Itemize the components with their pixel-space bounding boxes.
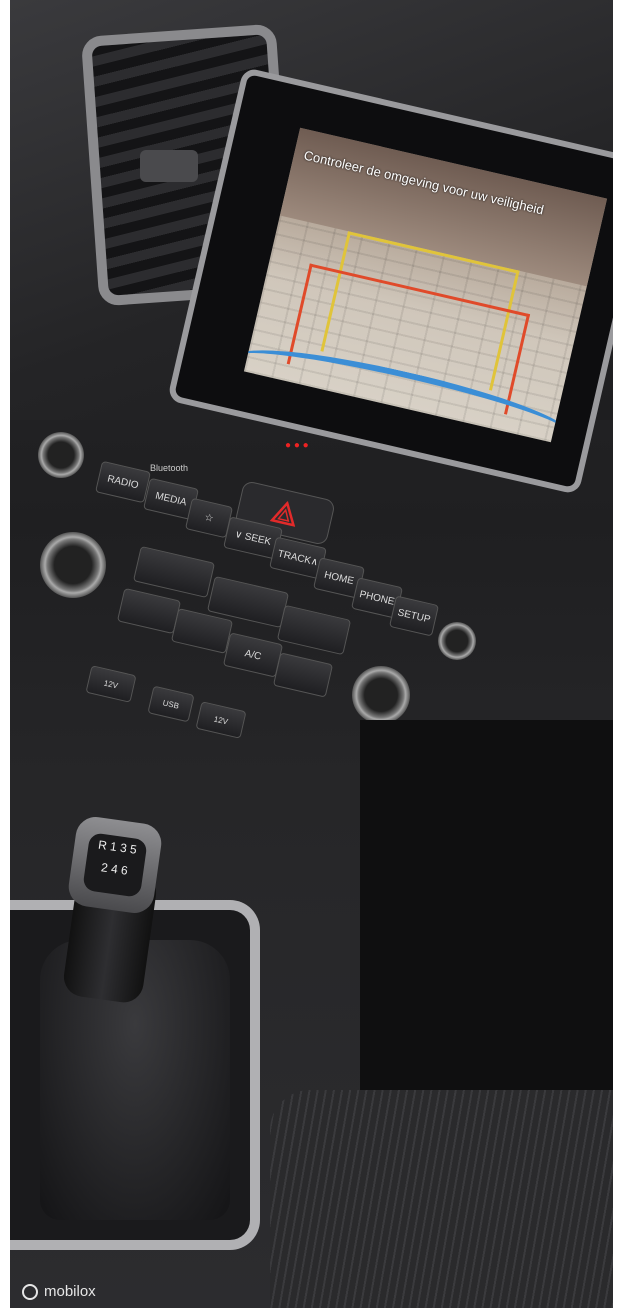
image-border-right xyxy=(613,0,619,1308)
airflow-floor-button[interactable] xyxy=(276,604,352,656)
vent-adjuster xyxy=(140,150,198,182)
power-volume-knob[interactable] xyxy=(38,432,84,478)
watermark-logo-icon xyxy=(22,1283,38,1300)
dashboard-photo: Controleer de omgeving voor uw veilighei… xyxy=(0,0,619,1308)
port-12v-left: 12V xyxy=(85,665,137,703)
image-border-left xyxy=(0,0,10,1308)
watermark: mobilox xyxy=(22,1283,96,1300)
temperature-knob[interactable] xyxy=(40,532,106,598)
usb-port[interactable]: USB xyxy=(147,685,195,723)
airflow-face-button[interactable] xyxy=(132,545,216,599)
tune-knob[interactable] xyxy=(438,622,476,660)
bluetooth-label: Bluetooth xyxy=(150,463,189,473)
setup-button[interactable]: SETUP xyxy=(388,595,440,637)
gear-pattern-badge: R 1 3 5 2 4 6 xyxy=(82,832,148,898)
fan-speed-knob[interactable] xyxy=(352,666,410,724)
watermark-text: mobilox xyxy=(44,1283,96,1300)
port-12v-right: 12V xyxy=(195,701,247,739)
gear-knob[interactable]: R 1 3 5 2 4 6 xyxy=(66,814,164,916)
hazard-triangle-icon xyxy=(269,500,296,527)
radio-button[interactable]: RADIO xyxy=(95,460,151,504)
ac-button[interactable]: A/C xyxy=(222,632,284,678)
passenger-seat xyxy=(270,1090,613,1308)
front-defrost-button[interactable] xyxy=(116,587,182,635)
passenger-footwell xyxy=(360,720,613,1140)
indicator-leds: ● ● ● xyxy=(285,440,309,451)
recirculation-button[interactable] xyxy=(272,652,334,698)
